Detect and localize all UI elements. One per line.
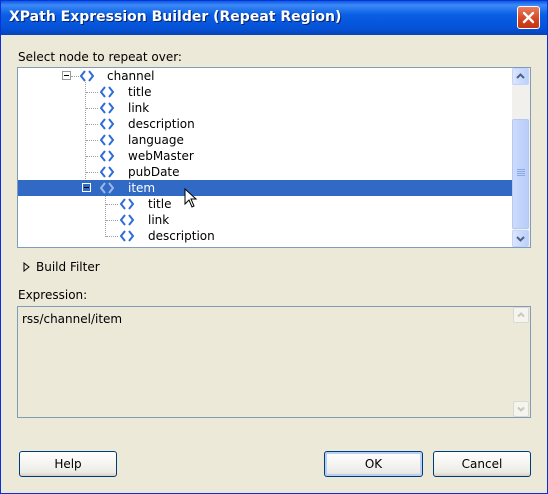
tree-connector bbox=[106, 236, 118, 237]
xml-element-icon bbox=[100, 118, 114, 130]
tree-connector bbox=[86, 92, 98, 93]
collapse-expander-icon[interactable] bbox=[62, 71, 71, 80]
scroll-up-button[interactable] bbox=[512, 68, 529, 85]
tree-connector bbox=[71, 76, 79, 77]
close-icon bbox=[522, 11, 535, 24]
xml-element-icon bbox=[100, 166, 114, 178]
tree-connector bbox=[86, 156, 98, 157]
mouse-pointer-icon bbox=[184, 188, 198, 208]
tree-item-label: pubDate bbox=[128, 165, 180, 179]
cancel-button[interactable]: Cancel bbox=[433, 451, 531, 477]
tree-item-label: link bbox=[128, 101, 150, 115]
xml-element-icon bbox=[100, 102, 114, 114]
tree-item-label: item bbox=[128, 181, 156, 195]
tree-item-title[interactable]: title bbox=[18, 84, 512, 100]
tree-item-item-title[interactable]: title bbox=[18, 196, 512, 212]
tree-scrollbar[interactable] bbox=[512, 68, 530, 247]
tree-item-label: link bbox=[148, 213, 170, 227]
expression-label: Expression: bbox=[18, 288, 88, 302]
xml-element-icon bbox=[120, 214, 134, 226]
xml-element-icon bbox=[100, 182, 114, 194]
triangle-right-icon bbox=[23, 262, 30, 272]
tree-item-item[interactable]: item bbox=[18, 180, 512, 196]
title-bar[interactable]: XPath Expression Builder (Repeat Region) bbox=[1, 1, 547, 35]
tree-item-link[interactable]: link bbox=[18, 100, 512, 116]
tree-item-label: title bbox=[148, 197, 172, 211]
chevron-up-icon bbox=[517, 312, 525, 318]
tree-connector bbox=[106, 220, 118, 221]
close-button[interactable] bbox=[517, 6, 540, 29]
tree-connector bbox=[86, 124, 98, 125]
scroll-down-button[interactable] bbox=[512, 230, 529, 247]
expression-field[interactable]: rss/channel/item bbox=[17, 306, 531, 418]
tree-connector bbox=[86, 108, 98, 109]
tree-item-item-link[interactable]: link bbox=[18, 212, 512, 228]
xml-element-icon bbox=[100, 86, 114, 98]
expression-value: rss/channel/item bbox=[22, 312, 123, 326]
node-tree[interactable]: channel title link description language … bbox=[17, 67, 531, 248]
chevron-up-icon bbox=[516, 73, 525, 79]
window-title: XPath Expression Builder (Repeat Region) bbox=[9, 9, 342, 25]
expression-scrollbar bbox=[513, 307, 530, 417]
tree-item-channel[interactable]: channel bbox=[18, 68, 512, 84]
collapse-expander-icon[interactable] bbox=[82, 183, 91, 192]
xml-element-icon bbox=[120, 198, 134, 210]
tree-item-item-description[interactable]: description bbox=[18, 228, 512, 244]
tree-item-label: language bbox=[128, 133, 184, 147]
chevron-down-icon bbox=[516, 236, 525, 242]
build-filter-label: Build Filter bbox=[36, 260, 100, 274]
dialog-window: XPath Expression Builder (Repeat Region)… bbox=[0, 0, 548, 494]
tree-item-label: webMaster bbox=[128, 149, 194, 163]
build-filter-toggle[interactable]: Build Filter bbox=[23, 259, 123, 275]
tree-item-description[interactable]: description bbox=[18, 116, 512, 132]
tree-item-language[interactable]: language bbox=[18, 132, 512, 148]
xml-element-icon bbox=[80, 70, 94, 82]
xml-element-icon bbox=[120, 230, 134, 242]
tree-item-pubdate[interactable]: pubDate bbox=[18, 164, 512, 180]
tree-connector bbox=[86, 172, 98, 173]
scroll-up-button bbox=[513, 307, 529, 323]
chevron-down-icon bbox=[517, 406, 525, 412]
tree-item-label: description bbox=[148, 229, 215, 243]
ok-button[interactable]: OK bbox=[324, 451, 423, 477]
help-button[interactable]: Help bbox=[19, 451, 117, 477]
xml-element-icon bbox=[100, 134, 114, 146]
tree-connector bbox=[106, 204, 118, 205]
tree-item-label: channel bbox=[107, 69, 155, 83]
xml-element-icon bbox=[100, 150, 114, 162]
tree-item-label: title bbox=[128, 85, 152, 99]
scroll-thumb[interactable] bbox=[512, 119, 529, 229]
tree-item-webmaster[interactable]: webMaster bbox=[18, 148, 512, 164]
tree-connector bbox=[86, 140, 98, 141]
scroll-down-button bbox=[513, 401, 529, 417]
tree-label: Select node to repeat over: bbox=[18, 50, 182, 64]
tree-item-label: description bbox=[128, 117, 195, 131]
